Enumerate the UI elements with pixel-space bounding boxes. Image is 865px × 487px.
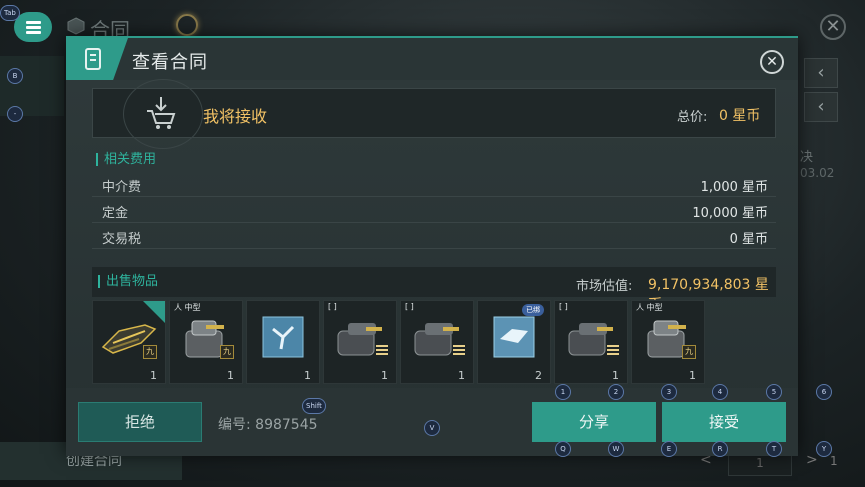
market-value-label: 市场估值: (576, 279, 633, 294)
item-quantity: 1 (612, 369, 619, 382)
accept-button[interactable]: 接受 (662, 402, 786, 442)
background-side-text: 决 (800, 150, 814, 165)
tier-bars-icon (453, 345, 465, 357)
background-close-button[interactable]: ✕ (820, 14, 846, 40)
fee-value: 1,000 星币 (700, 180, 768, 195)
item-quantity: 1 (304, 369, 311, 382)
grade-badge: 九 (220, 345, 234, 359)
pager-next-button[interactable]: > (806, 452, 818, 468)
chevron-left-icon[interactable]: ‹ (804, 58, 838, 88)
hotkey-badge: - (7, 106, 23, 122)
dialog-title: 查看合同 (132, 52, 208, 73)
fee-row: 中介费 1,000 星币 (92, 171, 776, 197)
item-slot-cannon[interactable]: [ ] 1 (323, 300, 397, 384)
total-price-value: 0 星币 (719, 108, 761, 124)
sell-items-bar: 出售物品 市场估值: 9,170,934,803 星币 (92, 267, 776, 313)
hotkey-v: V (424, 420, 440, 436)
hotkey-badge: T (766, 441, 782, 457)
fee-name: 交易税 (102, 232, 142, 247)
pager-total: 1 (830, 454, 838, 468)
hotkey-badge: 1 (555, 384, 571, 400)
grade-badge: 九 (143, 345, 157, 359)
tier-bars-icon (376, 345, 388, 357)
hotkey-badge: Q (555, 441, 571, 457)
blueprint-icon (493, 316, 535, 358)
item-list: 九 1 人 中型 九 1 1 [ ] 1 [] 1 已绑 2 [] 1 人 … (92, 300, 776, 384)
hotkey-badge: R (712, 441, 728, 457)
hotkey-tab: Tab (0, 5, 20, 21)
fee-name: 定金 (102, 206, 129, 221)
fee-row: 交易税 0 星币 (92, 223, 776, 249)
item-slot-blueprint[interactable]: 1 (246, 300, 320, 384)
item-slot-cannon[interactable]: [ ] 1 (554, 300, 628, 384)
item-slot-ship[interactable]: 九 1 (92, 300, 166, 384)
hotkey-shift: Shift (302, 398, 326, 414)
close-icon[interactable]: ✕ (760, 50, 784, 74)
grade-badge: 九 (682, 345, 696, 359)
item-quantity: 1 (689, 369, 696, 382)
receive-summary: 我将接收 总价: 0 星币 (92, 79, 776, 149)
dialog-header: 查看合同 ✕ (66, 38, 798, 80)
contract-serial: 编号: 8987545 (218, 417, 318, 433)
hotkey-badge: E (661, 441, 677, 457)
orb-icon (176, 14, 198, 36)
hotkey-badge: W (608, 441, 624, 457)
share-button[interactable]: 分享 (532, 402, 656, 442)
chevron-left-icon[interactable]: ‹ (804, 92, 838, 122)
item-quantity: 1 (227, 369, 234, 382)
tier-bars-icon (607, 345, 619, 357)
hotkey-badge: 6 (816, 384, 832, 400)
cube-icon (67, 17, 85, 35)
item-slot-blueprint[interactable]: 已绑 2 (477, 300, 551, 384)
item-slot-turret[interactable]: 人 中型 九 1 (169, 300, 243, 384)
blueprint-icon (262, 316, 304, 358)
fee-value: 10,000 星币 (692, 206, 768, 221)
item-slot-turret[interactable]: 人 中型 九 1 (631, 300, 705, 384)
item-slot-cannon[interactable]: [ ] 1 (400, 300, 474, 384)
item-quantity: 2 (535, 369, 542, 382)
fee-name: 中介费 (102, 180, 142, 195)
item-quantity: 1 (381, 369, 388, 382)
hotkey-badge: 3 (661, 384, 677, 400)
cart-download-icon (147, 97, 176, 129)
hotkey-badge: Y (816, 441, 832, 457)
fee-row: 定金 10,000 星币 (92, 197, 776, 223)
background-side-date: 03.02 (800, 166, 835, 180)
item-quantity: 1 (150, 369, 157, 382)
hotkey-badge: 5 (766, 384, 782, 400)
hotkey-badge: B (7, 68, 23, 84)
item-quantity: 1 (458, 369, 465, 382)
receive-label: 我将接收 (203, 107, 268, 126)
hotkey-badge: 2 (608, 384, 624, 400)
fee-value: 0 星币 (729, 232, 768, 247)
fees-header: 相关费用 (96, 153, 156, 166)
hotkey-badge: 4 (712, 384, 728, 400)
total-price-label: 总价: (677, 110, 708, 125)
contract-scroll-icon (66, 38, 128, 80)
menu-button[interactable] (14, 12, 52, 42)
reject-button[interactable]: 拒绝 (78, 402, 202, 442)
sell-items-header: 出售物品 (98, 275, 158, 288)
contract-dialog: 查看合同 ✕ 我将接收 总价: 0 星币 相关费用 中介费 1,000 星币 定… (66, 36, 798, 456)
